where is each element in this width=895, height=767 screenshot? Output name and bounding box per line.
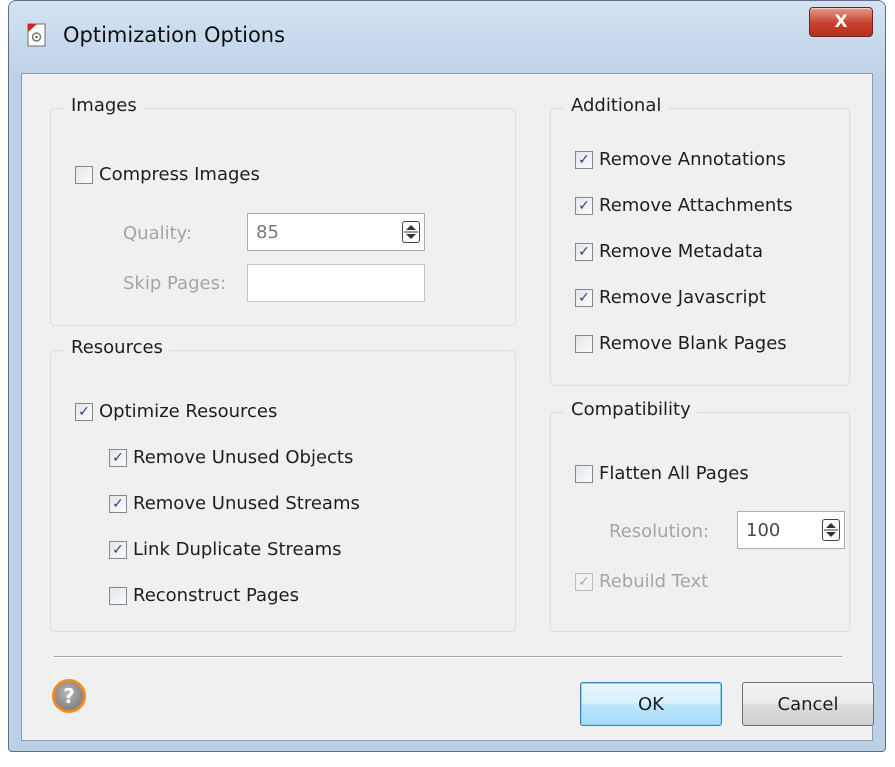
ok-button-label: OK: [638, 693, 664, 715]
quality-value: 85: [256, 222, 279, 243]
checkbox-box[interactable]: ✓: [575, 196, 593, 215]
remove-unused-objects-checkbox[interactable]: ✓ Remove Unused Objects: [109, 447, 353, 468]
compress-images-checkbox[interactable]: Compress Images: [75, 164, 260, 185]
cancel-button[interactable]: Cancel: [742, 682, 874, 726]
dialog-body: Images Compress Images Quality: 85 Skip …: [21, 73, 874, 741]
checkbox-box[interactable]: ✓: [109, 448, 127, 467]
remove-unused-objects-label: Remove Unused Objects: [133, 447, 354, 468]
compress-images-label: Compress Images: [99, 164, 260, 185]
skip-pages-label: Skip Pages:: [123, 273, 227, 294]
optimization-options-dialog: Optimization Options X Images Compress I…: [8, 0, 886, 752]
checkbox-box[interactable]: [575, 464, 593, 483]
link-duplicate-streams-checkbox[interactable]: ✓ Link Duplicate Streams: [109, 539, 342, 560]
flatten-all-pages-label: Flatten All Pages: [599, 463, 749, 484]
checkbox-box[interactable]: ✓: [109, 540, 127, 559]
optimize-resources-checkbox[interactable]: ✓ Optimize Resources: [75, 401, 277, 422]
rebuild-text-label: Rebuild Text: [599, 571, 709, 592]
checkbox-box: ✓: [575, 572, 593, 591]
cancel-button-label: Cancel: [777, 693, 839, 715]
remove-attachments-label: Remove Attachments: [599, 195, 793, 216]
remove-javascript-label: Remove Javascript: [599, 287, 766, 308]
close-icon: X: [834, 12, 848, 32]
ok-button[interactable]: OK: [580, 682, 722, 726]
remove-blank-pages-checkbox[interactable]: Remove Blank Pages: [575, 333, 787, 354]
remove-blank-pages-label: Remove Blank Pages: [599, 333, 787, 354]
remove-javascript-checkbox[interactable]: ✓ Remove Javascript: [575, 287, 766, 308]
resolution-value: 100: [746, 520, 781, 541]
checkbox-box[interactable]: ✓: [109, 494, 127, 513]
checkbox-box[interactable]: ✓: [575, 242, 593, 261]
resolution-stepper[interactable]: 100: [737, 511, 845, 549]
spinner-arrows-icon[interactable]: [402, 221, 420, 243]
spinner-arrows-icon[interactable]: [822, 519, 840, 541]
additional-group-title: Additional: [565, 95, 668, 116]
images-group-title: Images: [65, 95, 143, 116]
title-bar[interactable]: Optimization Options X: [9, 1, 885, 73]
link-duplicate-streams-label: Link Duplicate Streams: [133, 539, 342, 560]
remove-metadata-checkbox[interactable]: ✓ Remove Metadata: [575, 241, 763, 262]
checkbox-box[interactable]: ✓: [75, 402, 93, 421]
checkbox-box[interactable]: [575, 334, 593, 353]
window-title: Optimization Options: [63, 23, 286, 47]
resolution-label: Resolution:: [609, 521, 710, 542]
flatten-all-pages-checkbox[interactable]: Flatten All Pages: [575, 463, 749, 484]
remove-unused-streams-label: Remove Unused Streams: [133, 493, 360, 514]
remove-metadata-label: Remove Metadata: [599, 241, 764, 262]
resources-group-title: Resources: [65, 337, 169, 358]
remove-annotations-checkbox[interactable]: ✓ Remove Annotations: [575, 149, 786, 170]
help-icon[interactable]: ?: [52, 679, 86, 713]
checkbox-box[interactable]: ✓: [575, 150, 593, 169]
help-glyph: ?: [63, 684, 75, 708]
checkbox-box[interactable]: [75, 165, 93, 184]
reconstruct-pages-checkbox[interactable]: Reconstruct Pages: [109, 585, 299, 606]
quality-label: Quality:: [123, 223, 193, 244]
rebuild-text-checkbox: ✓ Rebuild Text: [575, 571, 708, 592]
images-group: Images Compress Images Quality: 85 Skip …: [50, 95, 516, 326]
remove-annotations-label: Remove Annotations: [599, 149, 786, 170]
remove-unused-streams-checkbox[interactable]: ✓ Remove Unused Streams: [109, 493, 360, 514]
checkbox-box[interactable]: [109, 586, 127, 605]
optimize-resources-label: Optimize Resources: [99, 401, 278, 422]
compatibility-group: Compatibility Flatten All Pages Resoluti…: [550, 399, 850, 632]
compatibility-group-title: Compatibility: [565, 399, 697, 420]
additional-group: Additional ✓ Remove Annotations ✓ Remove…: [550, 95, 850, 386]
reconstruct-pages-label: Reconstruct Pages: [133, 585, 299, 606]
divider: [54, 656, 842, 658]
close-button[interactable]: X: [809, 7, 873, 37]
checkbox-box[interactable]: ✓: [575, 288, 593, 307]
pdf-document-icon: [27, 23, 46, 47]
resources-group: Resources ✓ Optimize Resources ✓ Remove …: [50, 337, 516, 632]
skip-pages-input[interactable]: [247, 264, 425, 302]
remove-attachments-checkbox[interactable]: ✓ Remove Attachments: [575, 195, 793, 216]
quality-stepper[interactable]: 85: [247, 213, 425, 251]
